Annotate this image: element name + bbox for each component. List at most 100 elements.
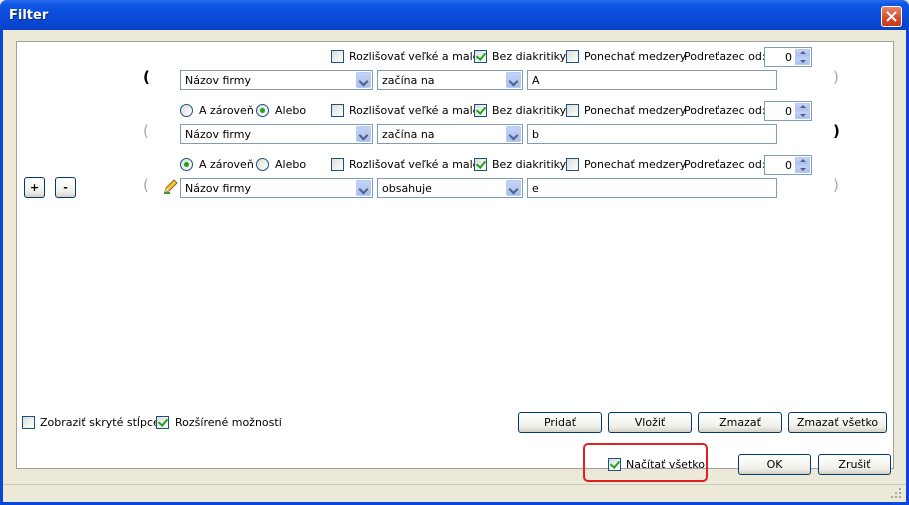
chevron-down-icon[interactable] xyxy=(506,72,521,88)
substring-from-stepper[interactable]: 0 xyxy=(764,47,812,67)
value-input[interactable]: b xyxy=(527,124,777,144)
case-sensitive-label: Rozlišovať veľké a malé xyxy=(349,104,480,117)
no-diacritics-checkbox[interactable] xyxy=(474,158,487,171)
show-hidden-columns-checkbox[interactable] xyxy=(22,416,35,429)
or-radio[interactable] xyxy=(256,104,269,117)
filter-dialog: Filter Rozlišovať veľké a malé Bez diakr… xyxy=(0,0,909,505)
and-radio[interactable] xyxy=(180,158,193,171)
advanced-options-label: Rozšírené možnosti xyxy=(175,416,282,429)
value-input[interactable]: e xyxy=(527,178,777,198)
chevron-down-icon[interactable] xyxy=(506,126,521,142)
keep-spaces-checkbox[interactable] xyxy=(566,104,579,117)
spin-up-icon[interactable] xyxy=(795,103,810,111)
field-dropdown[interactable]: Názov firmy xyxy=(180,178,373,198)
value-input-text: b xyxy=(532,128,539,141)
delete-condition-label: Zmazať xyxy=(719,416,761,429)
advanced-options-checkbox[interactable] xyxy=(156,416,169,429)
edit-pencil-icon xyxy=(164,179,178,194)
window-title: Filter xyxy=(9,8,49,23)
remove-paren-button[interactable]: - xyxy=(55,177,76,198)
case-sensitive-checkbox[interactable] xyxy=(331,104,344,117)
add-paren-button[interactable]: + xyxy=(24,177,45,198)
add-condition-label: Pridať xyxy=(543,416,577,429)
or-label: Alebo xyxy=(275,158,307,171)
and-label: A zároveň xyxy=(199,104,254,117)
spin-down-icon[interactable] xyxy=(795,111,810,119)
close-icon xyxy=(886,11,897,22)
operator-dropdown[interactable]: začína na xyxy=(377,124,523,144)
close-paren[interactable]: ) xyxy=(833,176,839,194)
substring-from-value: 0 xyxy=(785,105,792,118)
load-all-highlight xyxy=(583,443,708,482)
substring-from-label: Podreťazec od: xyxy=(684,158,766,171)
field-dropdown-value: Názov firmy xyxy=(185,74,251,87)
or-radio[interactable] xyxy=(256,158,269,171)
ok-label: OK xyxy=(766,458,783,471)
field-dropdown-value: Názov firmy xyxy=(185,182,251,195)
remove-paren-label: - xyxy=(63,181,68,194)
and-radio[interactable] xyxy=(180,104,193,117)
cancel-label: Zrušiť xyxy=(838,458,871,471)
resize-grip-icon[interactable] xyxy=(890,487,902,499)
spin-down-icon[interactable] xyxy=(795,57,810,65)
case-sensitive-checkbox[interactable] xyxy=(331,158,344,171)
dialog-client-area: Rozlišovať veľké a malé Bez diakritiky P… xyxy=(3,30,906,502)
operator-dropdown[interactable]: začína na xyxy=(377,70,523,90)
substring-from-label: Podreťazec od: xyxy=(684,50,766,63)
value-input[interactable]: A xyxy=(527,70,777,90)
no-diacritics-checkbox[interactable] xyxy=(474,50,487,63)
operator-dropdown-value: začína na xyxy=(382,74,435,87)
spin-up-icon[interactable] xyxy=(795,49,810,57)
keep-spaces-label: Ponechať medzery xyxy=(584,104,687,117)
substring-from-value: 0 xyxy=(785,159,792,172)
cancel-button[interactable]: Zrušiť xyxy=(818,454,891,475)
operator-dropdown-value: začína na xyxy=(382,128,435,141)
keep-spaces-checkbox[interactable] xyxy=(566,158,579,171)
filter-conditions-panel: Rozlišovať veľké a malé Bez diakritiky P… xyxy=(16,41,894,469)
delete-all-button[interactable]: Zmazať všetko xyxy=(788,412,887,433)
status-bar xyxy=(3,484,906,502)
title-bar[interactable]: Filter xyxy=(0,0,909,30)
show-hidden-columns-label: Zobraziť skryté stĺpce xyxy=(40,416,160,429)
insert-condition-button[interactable]: Vložiť xyxy=(608,412,692,433)
add-paren-label: + xyxy=(29,181,40,194)
open-paren[interactable]: ( xyxy=(143,122,149,140)
spin-down-icon[interactable] xyxy=(795,165,810,173)
no-diacritics-label: Bez diakritiky xyxy=(492,104,567,117)
field-dropdown[interactable]: Názov firmy xyxy=(180,70,373,90)
substring-from-stepper[interactable]: 0 xyxy=(764,155,812,175)
chevron-down-icon[interactable] xyxy=(356,126,371,142)
value-input-text: e xyxy=(532,182,539,195)
insert-condition-label: Vložiť xyxy=(634,416,666,429)
ok-button[interactable]: OK xyxy=(738,454,811,475)
or-label: Alebo xyxy=(275,104,307,117)
case-sensitive-checkbox[interactable] xyxy=(331,50,344,63)
case-sensitive-label: Rozlišovať veľké a malé xyxy=(349,158,480,171)
chevron-down-icon[interactable] xyxy=(356,180,371,196)
no-diacritics-label: Bez diakritiky xyxy=(492,50,567,63)
delete-condition-button[interactable]: Zmazať xyxy=(698,412,782,433)
substring-from-value: 0 xyxy=(785,51,792,64)
and-label: A zároveň xyxy=(199,158,254,171)
chevron-down-icon[interactable] xyxy=(356,72,371,88)
close-paren[interactable]: ) xyxy=(833,68,839,86)
keep-spaces-label: Ponechať medzery xyxy=(584,158,687,171)
field-dropdown-value: Názov firmy xyxy=(185,128,251,141)
no-diacritics-checkbox[interactable] xyxy=(474,104,487,117)
keep-spaces-checkbox[interactable] xyxy=(566,50,579,63)
field-dropdown[interactable]: Názov firmy xyxy=(180,124,373,144)
keep-spaces-label: Ponechať medzery xyxy=(584,50,687,63)
add-condition-button[interactable]: Pridať xyxy=(518,412,602,433)
open-paren[interactable]: ( xyxy=(143,176,149,194)
case-sensitive-label: Rozlišovať veľké a malé xyxy=(349,50,480,63)
delete-all-label: Zmazať všetko xyxy=(796,416,879,429)
open-paren[interactable]: ( xyxy=(143,68,150,86)
substring-from-stepper[interactable]: 0 xyxy=(764,101,812,121)
close-paren[interactable]: ) xyxy=(833,122,840,140)
spin-up-icon[interactable] xyxy=(795,157,810,165)
no-diacritics-label: Bez diakritiky xyxy=(492,158,567,171)
operator-dropdown[interactable]: obsahuje xyxy=(377,178,523,198)
close-button[interactable] xyxy=(881,6,902,27)
value-input-text: A xyxy=(532,74,540,87)
chevron-down-icon[interactable] xyxy=(506,180,521,196)
